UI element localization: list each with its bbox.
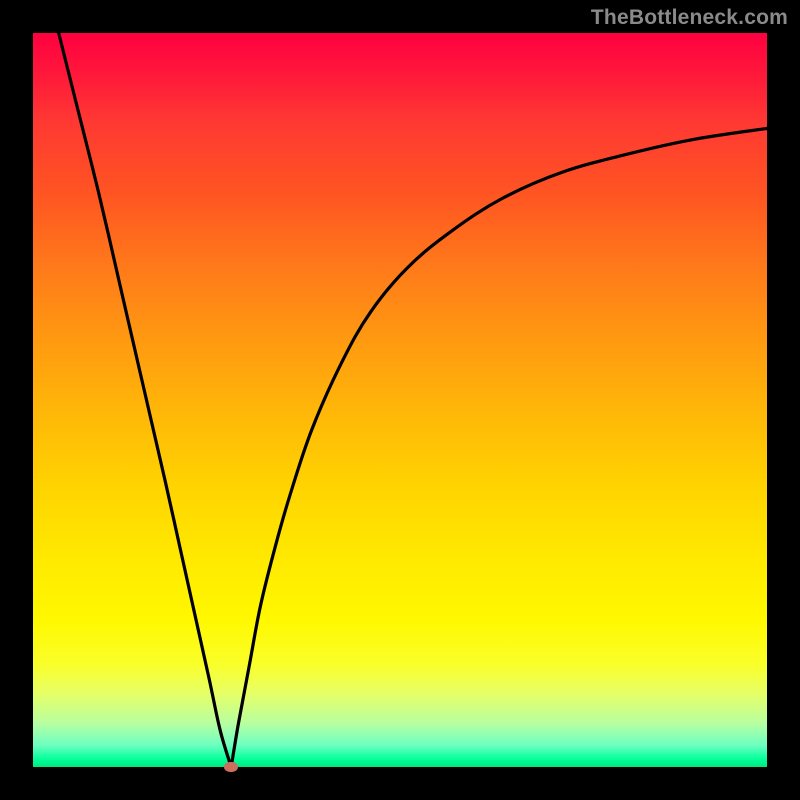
watermark-text: TheBottleneck.com	[591, 6, 788, 30]
bottleneck-curve	[33, 33, 767, 767]
chart-frame: TheBottleneck.com	[0, 0, 800, 800]
curve-left-branch	[59, 33, 231, 767]
minimum-marker	[224, 762, 238, 772]
curve-right-branch	[231, 128, 767, 767]
